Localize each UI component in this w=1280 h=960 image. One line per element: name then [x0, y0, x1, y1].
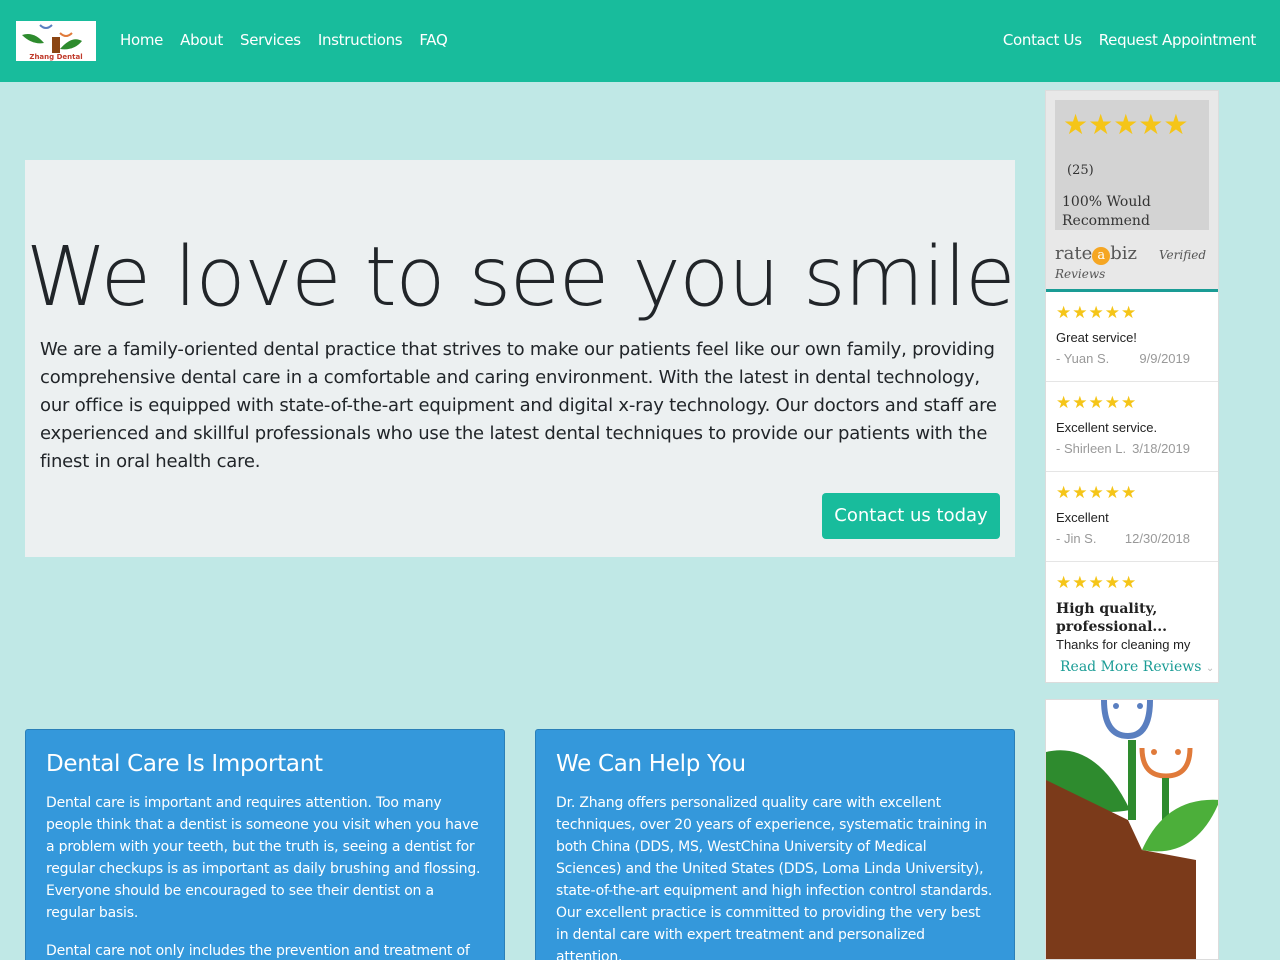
- nav-contact-us[interactable]: Contact Us: [1003, 31, 1082, 49]
- navbar: Zhang Dental Home About Services Instruc…: [0, 0, 1280, 82]
- review-stars-icon: ★★★★★: [1056, 393, 1138, 412]
- card-paragraph: Dental care is important and requires at…: [46, 795, 481, 921]
- review-title: High quality, professional...: [1056, 601, 1168, 635]
- review-stars-icon: ★★★★★: [1056, 573, 1138, 592]
- nav-instructions[interactable]: Instructions: [318, 31, 403, 49]
- card-title: We Can Help You: [556, 751, 746, 777]
- nav-services[interactable]: Services: [240, 31, 301, 49]
- rateabiz-logo[interactable]: rate a biz: [1055, 243, 1137, 265]
- review-text: Excellent: [1056, 510, 1109, 525]
- read-more-reviews-link[interactable]: Read More Reviews ⌄: [1060, 659, 1214, 675]
- review-item: ★★★★★ Excellent - Jin S. 12/30/2018: [1046, 472, 1218, 562]
- review-count: (25): [1067, 163, 1094, 178]
- logo-image: Zhang Dental: [22, 24, 83, 61]
- review-meta: - Yuan S. 9/9/2019: [1056, 351, 1190, 366]
- brand-post: biz: [1110, 243, 1137, 264]
- review-author: - Shirleen L.: [1056, 441, 1127, 456]
- review-stars-icon: ★★★★★: [1056, 303, 1138, 322]
- nav-about[interactable]: About: [180, 31, 223, 49]
- review-item: ★★★★★ Excellent service. - Shirleen L. 3…: [1046, 382, 1218, 472]
- widget-header: ★★★★★ (25) 100% Would Recommend rate a biz…: [1046, 91, 1218, 292]
- brand-pre: rate: [1055, 243, 1093, 264]
- review-text: Thanks for cleaning my: [1056, 637, 1191, 652]
- review-date: 9/9/2019: [1139, 351, 1190, 366]
- review-meta: - Shirleen L. 3/18/2019: [1056, 441, 1190, 456]
- brand-subtitle: Reviews: [1055, 267, 1106, 281]
- tooth-plant-logo-icon: [1046, 700, 1218, 959]
- review-text: Great service!: [1056, 330, 1137, 345]
- review-text: Excellent service.: [1056, 420, 1158, 435]
- verified-label: Verified: [1158, 248, 1206, 262]
- logo-text: Zhang Dental: [29, 53, 82, 61]
- dental-care-card: Dental Care Is Important Dental care is …: [25, 729, 505, 960]
- nav-faq[interactable]: FAQ: [419, 31, 447, 49]
- rating-summary: ★★★★★ (25) 100% Would Recommend: [1055, 100, 1209, 230]
- review-item: ★★★★★ Great service! - Yuan S. 9/9/2019: [1046, 292, 1218, 382]
- nav-home[interactable]: Home: [120, 31, 163, 49]
- nav-main: Home About Services Instructions FAQ: [120, 31, 464, 49]
- read-more-label: Read More Reviews: [1060, 659, 1202, 675]
- contact-us-today-button[interactable]: Contact us today: [822, 493, 1000, 539]
- nav-secondary: Contact Us Request Appointment: [986, 31, 1256, 49]
- review-stars-icon: ★★★★★: [1056, 483, 1138, 502]
- hero-description: We are a family-oriented dental practice…: [40, 339, 997, 472]
- review-meta: - Jin S. 12/30/2018: [1056, 531, 1190, 546]
- review-author: - Jin S.: [1056, 531, 1097, 546]
- card-title: Dental Care Is Important: [46, 751, 323, 777]
- hero-jumbotron: We love to see you smile We are a family…: [25, 160, 1016, 557]
- nav-request-appointment[interactable]: Request Appointment: [1099, 31, 1257, 49]
- review-author: - Yuan S.: [1056, 351, 1110, 366]
- hero-title: We love to see you smile: [25, 230, 1016, 325]
- review-widget: ★★★★★ (25) 100% Would Recommend rate a biz…: [1045, 90, 1219, 683]
- card-paragraph: Dr. Zhang offers personalized quality ca…: [556, 795, 993, 960]
- chevron-down-icon: ⌄: [1205, 663, 1215, 674]
- brand-a: a: [1092, 247, 1111, 265]
- review-date: 3/18/2019: [1132, 441, 1190, 456]
- rating-stars-icon: ★★★★★: [1063, 109, 1189, 140]
- recommend-percentage: 100% Would Recommend: [1062, 194, 1151, 229]
- review-date: 12/30/2018: [1124, 531, 1190, 546]
- logo-link[interactable]: Zhang Dental: [16, 21, 96, 61]
- card-paragraph: Dental care not only includes the preven…: [46, 943, 470, 959]
- we-can-help-card: We Can Help You Dr. Zhang offers persona…: [535, 729, 1015, 960]
- practice-logo-image: [1045, 699, 1219, 960]
